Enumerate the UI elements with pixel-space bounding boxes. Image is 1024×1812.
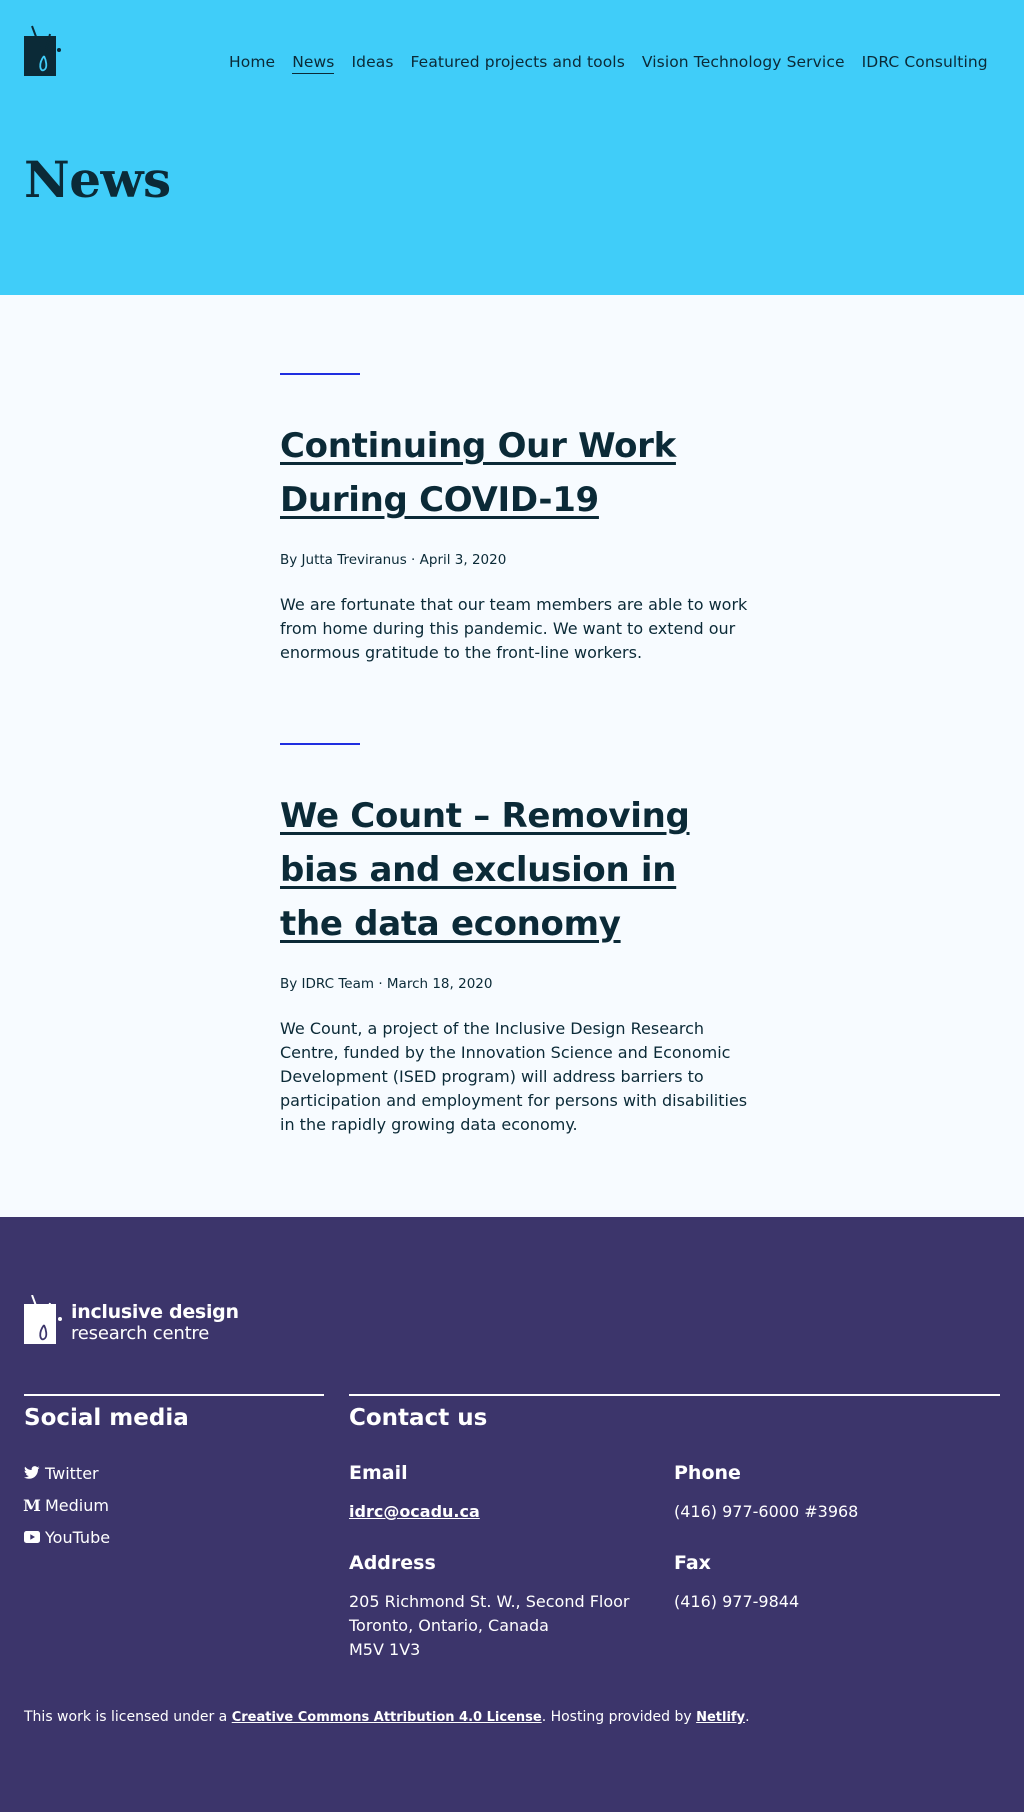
twitter-icon (24, 1465, 40, 1481)
article-excerpt: We are fortunate that our team members a… (280, 595, 748, 662)
social-item-twitter[interactable]: Twitter (24, 1457, 110, 1489)
article-divider (280, 373, 360, 375)
medium-icon: M (23, 1495, 41, 1515)
address-line: M5V 1V3 (349, 1640, 421, 1659)
article-divider (280, 743, 360, 745)
site-header: Home News Ideas Featured projects and to… (0, 0, 1024, 295)
nav-featured-projects[interactable]: Featured projects and tools (411, 52, 625, 74)
footer-logo-line1: inclusive design (71, 1301, 239, 1323)
fax-heading: Fax (674, 1552, 711, 1574)
main-nav: Home News Ideas Featured projects and to… (229, 52, 988, 74)
social-heading: Social media (24, 1405, 189, 1431)
article-card: We Count – Removing bias and exclusion i… (280, 743, 750, 1137)
article-title-link[interactable]: We Count – Removing bias and exclusion i… (280, 796, 690, 944)
nav-news[interactable]: News (292, 52, 335, 74)
phone-heading: Phone (674, 1462, 741, 1484)
nav-idrc-consulting[interactable]: IDRC Consulting (862, 52, 988, 74)
article-excerpt: We Count, a project of the Inclusive Des… (280, 1019, 748, 1134)
license-suffix: . (745, 1709, 750, 1725)
nav-home[interactable]: Home (229, 52, 275, 74)
footer-logo-line2: research centre (71, 1323, 210, 1344)
nav-vision-technology-service[interactable]: Vision Technology Service (642, 52, 845, 74)
nav-ideas[interactable]: Ideas (351, 52, 393, 74)
contact-heading: Contact us (349, 1405, 488, 1431)
netlify-link[interactable]: Netlify (696, 1710, 745, 1725)
social-divider (24, 1394, 324, 1396)
social-item-label: Twitter (45, 1463, 99, 1483)
license-prefix: This work is licensed under a (24, 1709, 232, 1725)
contact-divider (349, 1394, 1000, 1396)
address-heading: Address (349, 1552, 436, 1574)
site-footer: inclusive design research centre Social … (0, 1217, 1024, 1812)
social-item-label: Medium (45, 1495, 109, 1515)
footer-logo-text: inclusive design research centre (71, 1301, 239, 1345)
phone-value: (416) 977-6000 #3968 (674, 1502, 859, 1521)
social-item-youtube[interactable]: YouTube (24, 1521, 110, 1553)
email-value: idrc@ocadu.ca (349, 1500, 480, 1524)
article-meta: By Jutta Treviranus · April 3, 2020 (280, 552, 507, 568)
social-item-label: YouTube (45, 1527, 111, 1547)
social-list: Twitter M Medium YouTube (23, 1457, 110, 1553)
license-middle: . Hosting provided by (541, 1709, 697, 1725)
license-notice: This work is licensed under a Creative C… (24, 1709, 750, 1725)
article-title: We Count – Removing bias and exclusion i… (280, 789, 750, 951)
email-link[interactable]: idrc@ocadu.ca (349, 1502, 480, 1521)
license-link[interactable]: Creative Commons Attribution 4.0 License (232, 1710, 542, 1725)
youtube-icon (24, 1529, 40, 1545)
idrc-logo-icon[interactable] (24, 24, 64, 76)
article-title: Continuing Our Work During COVID-19 (280, 419, 750, 527)
address-line: Toronto, Ontario, Canada (349, 1616, 549, 1635)
address-line: 205 Richmond St. W., Second Floor (349, 1592, 630, 1611)
fax-value: (416) 977-9844 (674, 1592, 800, 1611)
page-title: News (24, 150, 171, 209)
social-item-medium[interactable]: M Medium (23, 1489, 110, 1521)
article-card: Continuing Our Work During COVID-19 By J… (280, 373, 750, 665)
address-value: 205 Richmond St. W., Second Floor Toront… (349, 1590, 630, 1662)
news-list: Continuing Our Work During COVID-19 By J… (0, 295, 1024, 1217)
article-title-link[interactable]: Continuing Our Work During COVID-19 (280, 426, 676, 520)
idrc-footer-logo-icon[interactable] (24, 1295, 64, 1345)
article-meta: By IDRC Team · March 18, 2020 (280, 976, 493, 992)
email-heading: Email (349, 1462, 408, 1484)
